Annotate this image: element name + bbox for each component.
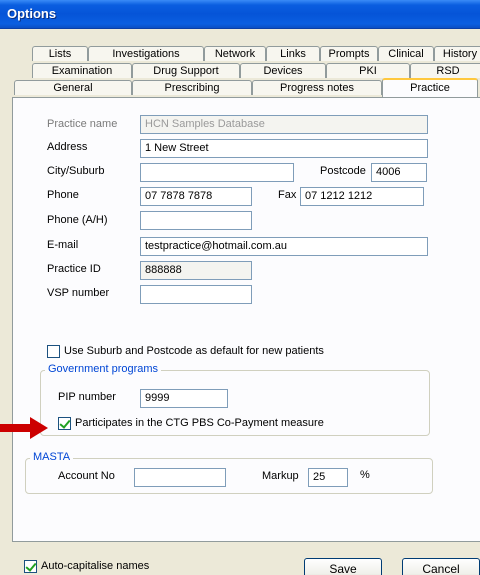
phone-ah-label: Phone (A/H)	[47, 214, 108, 226]
percent-label: %	[360, 469, 370, 481]
window-title: Options	[7, 6, 57, 21]
government-programs-title: Government programs	[45, 363, 162, 375]
fax-label: Fax	[278, 189, 297, 201]
practice-name-label: Practice name	[47, 118, 118, 130]
cancel-button[interactable]: Cancel	[402, 558, 480, 575]
autocap-label: Auto-capitalise names	[41, 560, 150, 572]
vsp-label: VSP number	[47, 287, 110, 299]
tab-prescribing[interactable]: Prescribing	[132, 80, 252, 95]
postcode-label: Postcode	[320, 165, 366, 177]
practice-panel: Practice name HCN Samples Database Addre…	[12, 97, 480, 542]
tab-clinical[interactable]: Clinical	[378, 46, 434, 61]
tab-rsd[interactable]: RSD	[410, 63, 480, 78]
address-field[interactable]: 1 New Street	[140, 139, 428, 158]
masta-group: MASTA Account No Markup 25 %	[25, 451, 433, 494]
tab-progress-notes[interactable]: Progress notes	[252, 80, 382, 95]
city-field[interactable]	[140, 163, 294, 182]
tab-pki[interactable]: PKI	[326, 63, 410, 78]
pip-field[interactable]: 9999	[140, 389, 228, 408]
fax-field[interactable]: 07 1212 1212	[300, 187, 424, 206]
suburb-default-checkbox[interactable]	[47, 345, 60, 358]
practice-id-label: Practice ID	[47, 263, 101, 275]
tab-examination[interactable]: Examination	[32, 63, 132, 78]
email-label: E-mail	[47, 239, 79, 251]
markup-field[interactable]: 25	[308, 468, 348, 487]
practice-name-field[interactable]: HCN Samples Database	[140, 115, 428, 134]
tab-practice[interactable]: Practice	[382, 78, 478, 97]
tab-investigations[interactable]: Investigations	[88, 46, 204, 61]
pip-label: PIP number	[58, 391, 116, 403]
options-window: Options Lists Investigations Network Lin…	[0, 0, 480, 575]
markup-label: Markup	[262, 470, 299, 482]
ctg-label: Participates in the CTG PBS Co-Payment m…	[75, 417, 324, 429]
masta-title: MASTA	[30, 451, 74, 463]
ctg-checkbox[interactable]	[58, 417, 71, 430]
tab-general[interactable]: General	[14, 80, 132, 95]
phone-ah-field[interactable]	[140, 211, 252, 230]
tab-history[interactable]: History	[434, 46, 480, 61]
government-programs-group: Government programs PIP number 9999 Part…	[40, 363, 430, 436]
phone-label: Phone	[47, 189, 79, 201]
suburb-default-label: Use Suburb and Postcode as default for n…	[64, 345, 324, 357]
autocap-checkbox[interactable]	[24, 560, 37, 573]
vsp-field[interactable]	[140, 285, 252, 304]
title-bar[interactable]: Options	[0, 0, 480, 29]
tab-links[interactable]: Links	[266, 46, 320, 61]
red-arrow-icon	[0, 417, 48, 439]
tab-drug-support[interactable]: Drug Support	[132, 63, 240, 78]
autocap-check-mark-icon	[25, 560, 37, 572]
email-field[interactable]: testpractice@hotmail.com.au	[140, 237, 428, 256]
phone-field[interactable]: 07 7878 7878	[140, 187, 252, 206]
account-no-field[interactable]	[134, 468, 226, 487]
address-label: Address	[47, 141, 88, 153]
city-label: City/Suburb	[47, 165, 105, 177]
postcode-field[interactable]: 4006	[371, 163, 427, 182]
ctg-check-mark-icon	[59, 417, 71, 429]
tab-devices[interactable]: Devices	[240, 63, 326, 78]
practice-id-field[interactable]: 888888	[140, 261, 252, 280]
tab-network[interactable]: Network	[204, 46, 266, 61]
account-no-label: Account No	[58, 470, 115, 482]
tab-prompts[interactable]: Prompts	[320, 46, 378, 61]
save-button[interactable]: Save	[304, 558, 382, 575]
tab-lists[interactable]: Lists	[32, 46, 88, 61]
